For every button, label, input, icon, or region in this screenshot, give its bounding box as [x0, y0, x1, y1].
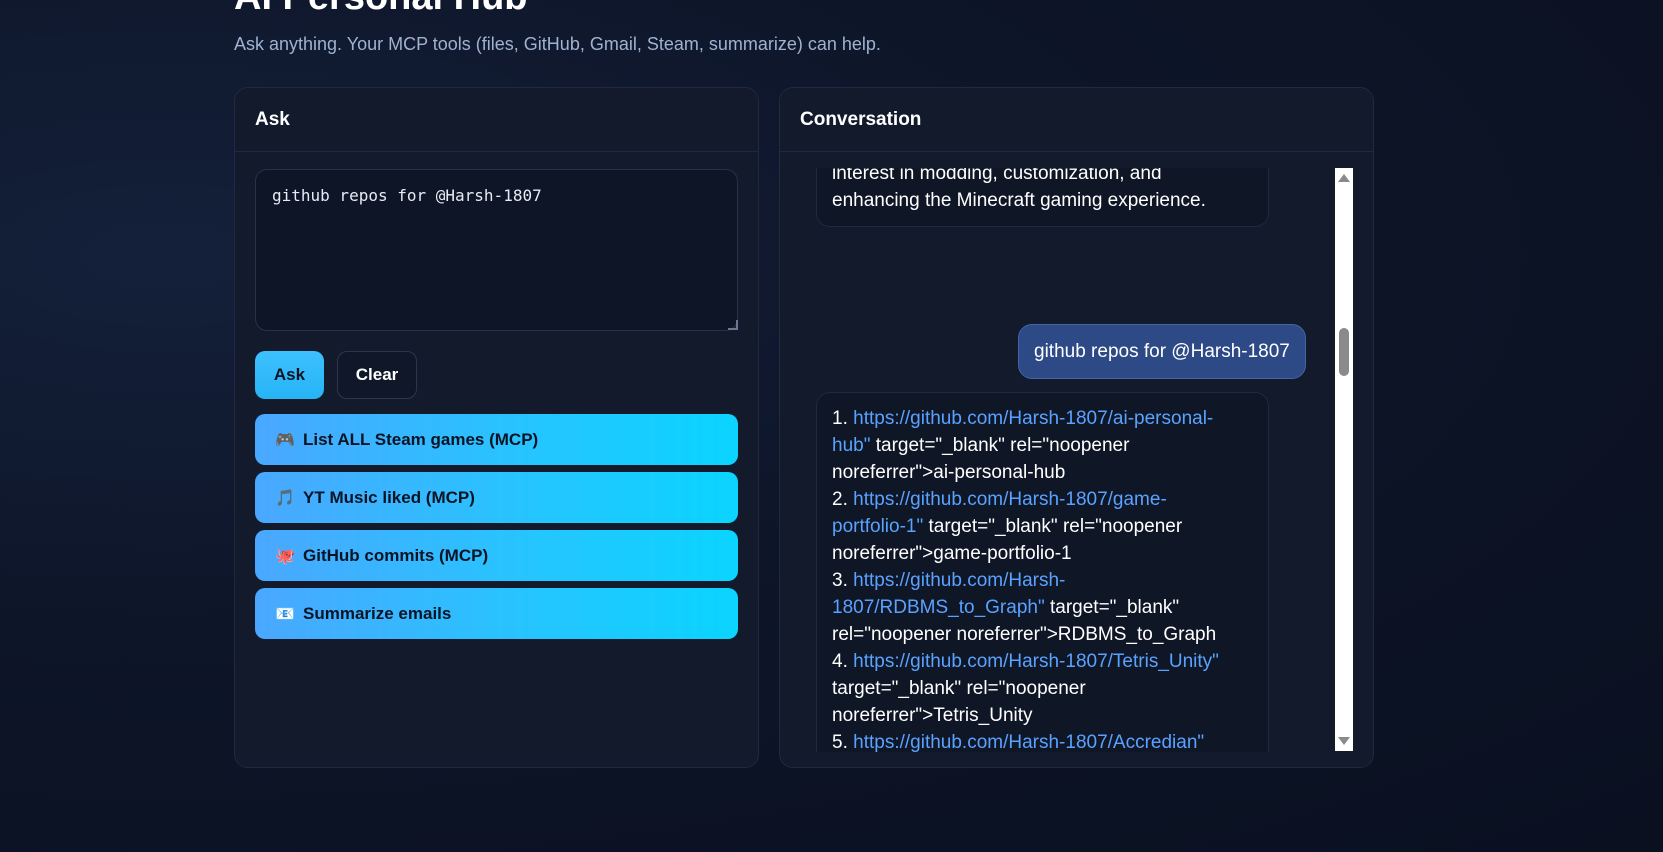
assistant-message: interest in modding, customization, and …	[816, 168, 1269, 227]
repo-text: noreferrer">game-portfolio-1	[832, 543, 1072, 564]
quick-action-label: YT Music liked (MCP)	[303, 487, 475, 507]
quick-action-button[interactable]: 🎮 List ALL Steam games (MCP)	[255, 414, 738, 465]
message-line: enhancing the Minecraft gaming experienc…	[832, 190, 1206, 211]
conversation-log[interactable]: interest in modding, customization, and …	[780, 168, 1336, 752]
scroll-down-arrow-icon[interactable]	[1338, 737, 1350, 745]
page-subtitle: Ask anything. Your MCP tools (files, Git…	[234, 34, 881, 54]
repo-number: 4.	[832, 651, 854, 672]
resize-handle-icon[interactable]	[728, 320, 738, 330]
repo-text: target="_blank" rel="noopener	[870, 435, 1130, 456]
repo-list-item: 4. https://github.com/Harsh-1807/Tetris_…	[832, 648, 1253, 729]
assistant-reply: 1. https://github.com/Harsh-1807/ai-pers…	[816, 392, 1269, 752]
repo-list-item: 3. https://github.com/Harsh- 1807/RDBMS_t…	[832, 567, 1253, 648]
email-icon: 📧	[275, 605, 295, 623]
repo-text: noreferrer">Tetris_Unity	[832, 705, 1033, 726]
repo-text: rel="noopener noreferrer">RDBMS_to_Graph	[832, 624, 1217, 645]
repo-number: 1.	[832, 408, 854, 429]
page-title: AI Personal Hub	[234, 0, 528, 16]
repo-text: noreferrer">ai-personal-hub	[832, 462, 1066, 483]
github-octocat-icon: 🐙	[275, 547, 295, 565]
user-message: github repos for @Harsh-1807	[1018, 324, 1306, 379]
question-input[interactable]	[255, 169, 738, 331]
scrollbar-thumb[interactable]	[1339, 328, 1349, 376]
conversation-panel: Conversation interest in modding, custom…	[779, 87, 1374, 768]
repo-text: target="_blank"	[1044, 597, 1180, 618]
repo-list-item: 1. https://github.com/Harsh-1807/ai-pers…	[832, 405, 1253, 486]
repo-text: target="_blank" rel="noopener	[923, 516, 1183, 537]
repo-link[interactable]: hub"	[832, 435, 870, 456]
quick-action-label: GitHub commits (MCP)	[303, 545, 489, 565]
ask-panel-title: Ask	[235, 88, 758, 152]
quick-action-label: List ALL Steam games (MCP)	[303, 429, 539, 449]
repo-number: 3.	[832, 570, 854, 591]
game-controller-icon: 🎮	[275, 431, 295, 449]
repo-link[interactable]: https://github.com/Harsh-1807/game-	[853, 489, 1167, 510]
conversation-panel-title: Conversation	[780, 88, 1373, 152]
quick-action-button[interactable]: 📧 Summarize emails	[255, 588, 738, 639]
repo-link[interactable]: https://github.com/Harsh-1807/ai-persona…	[853, 408, 1213, 429]
repo-link[interactable]: https://github.com/Harsh-1807/Tetris_Uni…	[853, 651, 1219, 672]
repo-number: 5.	[832, 732, 854, 752]
clear-button[interactable]: Clear	[337, 351, 417, 399]
quick-action-button[interactable]: 🎵 YT Music liked (MCP)	[255, 472, 738, 523]
repo-link[interactable]: https://github.com/Harsh-	[853, 570, 1065, 591]
repo-link[interactable]: 1807/RDBMS_to_Graph"	[832, 597, 1045, 618]
ask-button[interactable]: Ask	[255, 351, 324, 399]
repo-link[interactable]: https://github.com/Harsh-1807/Accredian"	[853, 732, 1204, 752]
repo-list-item: 5. https://github.com/Harsh-1807/Accredi…	[832, 729, 1253, 752]
quick-action-label: Summarize emails	[303, 603, 452, 623]
quick-action-button[interactable]: 🐙 GitHub commits (MCP)	[255, 530, 738, 581]
ask-panel: Ask Ask Clear 🎮 List ALL Steam games (MCP…	[234, 87, 759, 768]
music-note-icon: 🎵	[275, 489, 295, 507]
scroll-up-arrow-icon[interactable]	[1338, 174, 1350, 182]
conversation-scrollbar[interactable]	[1335, 168, 1353, 751]
repo-link[interactable]: portfolio-1"	[832, 516, 923, 537]
repo-number: 2.	[832, 489, 854, 510]
repo-list-item: 2. https://github.com/Harsh-1807/game-po…	[832, 486, 1253, 567]
repo-text: target="_blank" rel="noopener	[832, 678, 1086, 699]
action-button-row: Ask Clear	[255, 351, 417, 399]
message-line: interest in modding, customization, and	[832, 168, 1162, 184]
